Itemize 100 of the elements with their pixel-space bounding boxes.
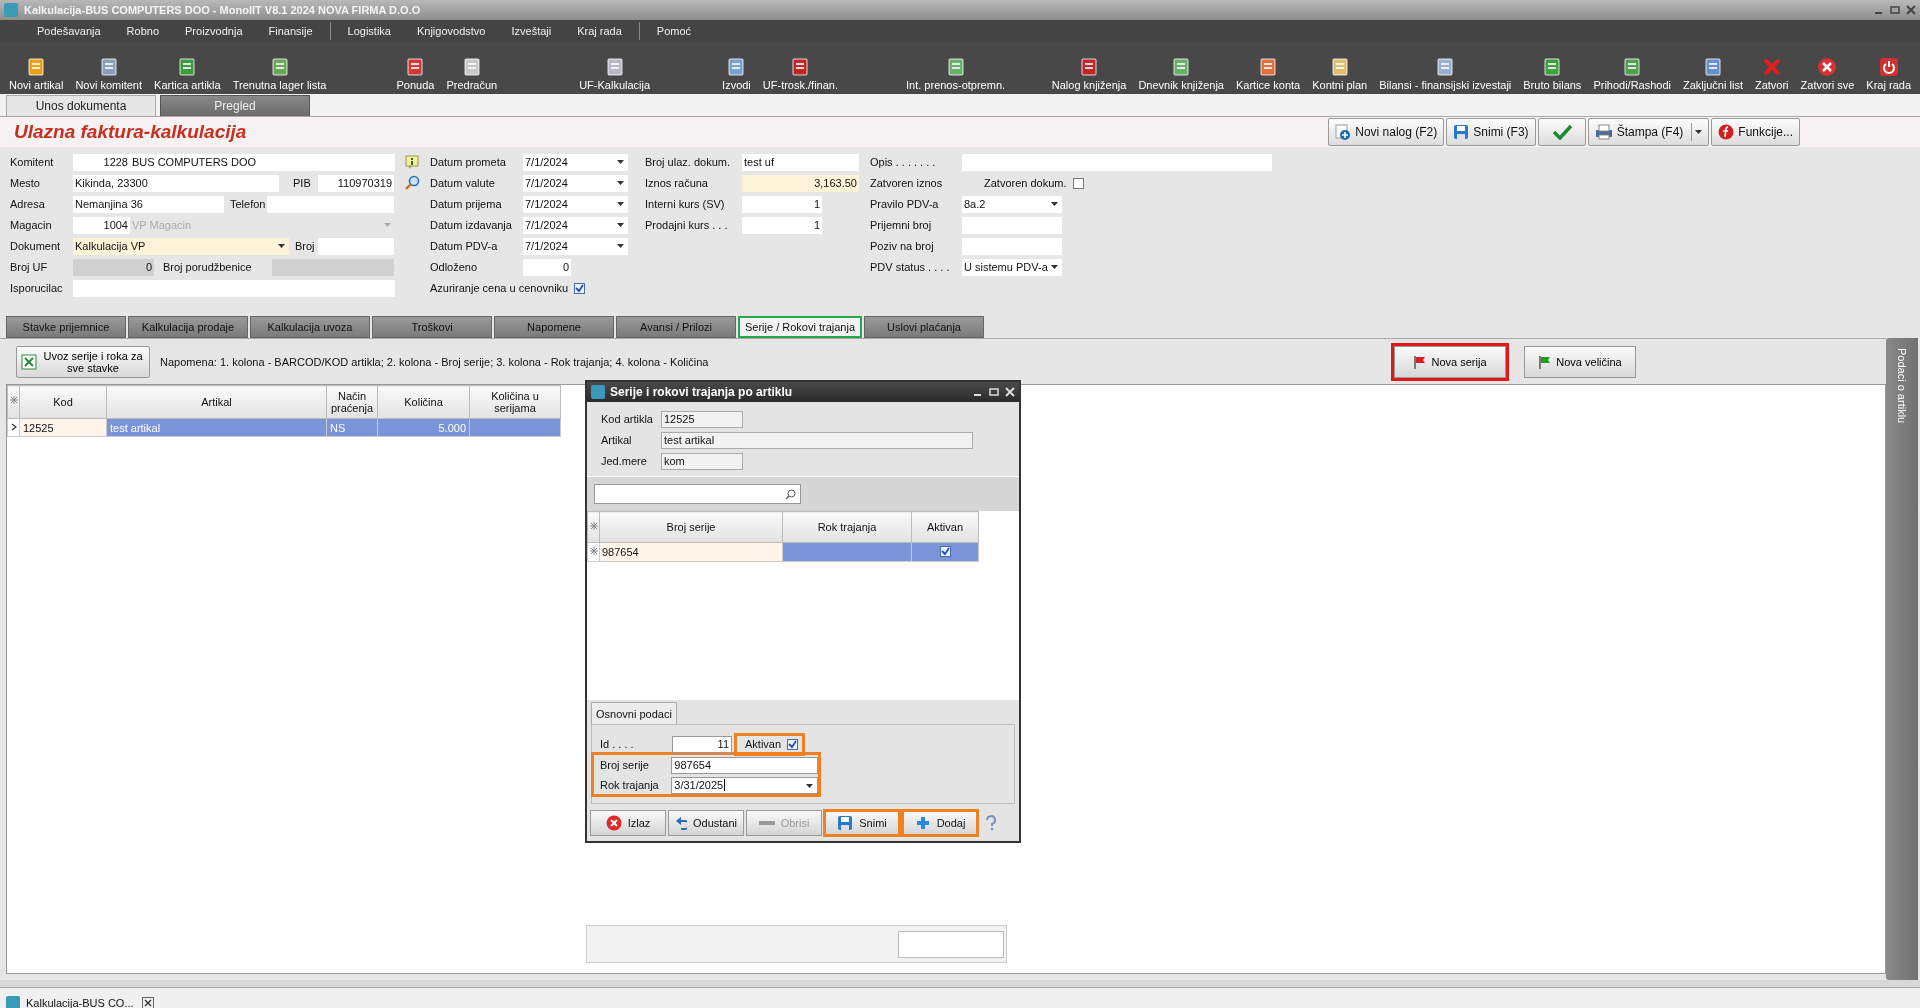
confirm-button[interactable]: [1537, 118, 1586, 146]
toolbar-button[interactable]: Prihodi/Rashodi: [1588, 57, 1677, 91]
column-header[interactable]: Artikal: [106, 385, 327, 419]
search-field[interactable]: [594, 484, 801, 504]
toolbar-button[interactable]: Dnevnik knjiženja: [1133, 57, 1229, 91]
dropdown-arrow-icon[interactable]: [278, 243, 285, 248]
toolbar-button[interactable]: Int. prenos-otpremn.: [901, 57, 1011, 91]
detail-tab[interactable]: Kalkulacija uvoza: [250, 316, 370, 338]
number-field[interactable]: [318, 237, 394, 255]
toolbar-button[interactable]: Kraj rada: [1861, 57, 1916, 91]
functions-button[interactable]: Funkcije...: [1711, 118, 1800, 146]
date-dropdown[interactable]: 7/1/2024: [523, 237, 628, 255]
tax-id-field[interactable]: 110970319: [318, 174, 394, 192]
dropdown-arrow-icon[interactable]: [617, 201, 624, 206]
toolbar-button[interactable]: Zatvori sve: [1795, 57, 1860, 91]
menu-item[interactable]: Proizvodnja: [172, 25, 256, 37]
side-tab[interactable]: Podaci o artiklu: [1886, 338, 1918, 980]
save-button[interactable]: Snimi: [824, 810, 900, 836]
expiry-date-dropdown[interactable]: 3/31/2025: [671, 776, 818, 794]
dropdown-arrow-icon[interactable]: [617, 243, 624, 248]
menu-item[interactable]: Podešavanja: [24, 25, 114, 37]
date-dropdown[interactable]: 7/1/2024: [523, 153, 628, 171]
toolbar-button[interactable]: Zatvori: [1749, 57, 1794, 91]
save-button[interactable]: Snimi (F3): [1446, 118, 1536, 146]
detail-tab[interactable]: Uslovi plaćanja: [864, 316, 984, 338]
toolbar-button[interactable]: Bruto bilans: [1518, 57, 1587, 91]
series-number-field[interactable]: 987654: [671, 756, 818, 774]
toolbar-button[interactable]: Novi artikal: [4, 57, 69, 91]
detail-tab[interactable]: Stavke prijemnice: [6, 316, 126, 338]
column-header[interactable]: Broj serije: [599, 511, 783, 543]
customer-name-field[interactable]: BUS COMPUTERS DOO: [130, 153, 395, 171]
dropdown[interactable]: 8a.2: [962, 195, 1062, 213]
id-field[interactable]: 11: [672, 735, 732, 753]
toolbar-button[interactable]: Ponuda: [391, 57, 440, 91]
supplier-code-field[interactable]: [73, 279, 130, 297]
exchange-rate-field[interactable]: 1: [742, 216, 822, 234]
phone-field[interactable]: [267, 195, 394, 213]
checkbox[interactable]: [574, 282, 586, 294]
description-field[interactable]: [962, 153, 1272, 171]
tab[interactable]: Osnovni podaci: [591, 702, 677, 724]
toolbar-button[interactable]: Trenutna lager lista: [227, 57, 332, 91]
detail-tab[interactable]: Kalkulacija prodaje: [128, 316, 248, 338]
import-button[interactable]: Uvoz serije i roka za sve stavke: [16, 345, 150, 378]
document-tab[interactable]: Pregled: [160, 95, 310, 116]
toolbar-button[interactable]: Predračun: [441, 57, 503, 91]
customer-code-field[interactable]: 1228: [73, 153, 130, 171]
toolbar-button[interactable]: UF-Kalkulacija: [574, 57, 656, 91]
document-tab[interactable]: Unos dokumenta: [6, 95, 156, 116]
toolbar-button[interactable]: Izvodi: [717, 57, 756, 91]
detail-tab[interactable]: Napomene: [494, 316, 614, 338]
new-series-button[interactable]: Nova serija: [1394, 345, 1506, 378]
menu-item[interactable]: Kraj rada: [564, 25, 635, 37]
info-icon[interactable]: [405, 155, 419, 169]
document-type-dropdown[interactable]: Kalkulacija VP: [73, 237, 289, 255]
toolbar-button[interactable]: Kartica artikla: [149, 57, 226, 91]
new-size-button[interactable]: Nova veličina: [1524, 345, 1636, 378]
detail-tab[interactable]: Serije / Rokovi trajanja: [738, 316, 862, 338]
dropdown-arrow-icon[interactable]: [617, 159, 624, 164]
checkbox[interactable]: [787, 738, 799, 750]
city-field[interactable]: Kikinda, 23300: [73, 174, 279, 192]
column-header[interactable]: Količina u serijama: [469, 385, 561, 419]
dropdown-arrow-icon[interactable]: [1051, 264, 1058, 269]
menu-item[interactable]: Finansije: [255, 25, 326, 37]
supplier-name-field[interactable]: [130, 279, 395, 297]
detail-tab[interactable]: Avansi / Prilozi: [616, 316, 736, 338]
invoice-number-field[interactable]: 0: [73, 258, 154, 276]
toolbar-button[interactable]: UF-trosk./finan.: [757, 57, 843, 91]
close-icon[interactable]: [141, 997, 154, 1008]
checkbox[interactable]: [1072, 177, 1084, 189]
menu-item[interactable]: Logistika: [334, 25, 404, 37]
exit-button[interactable]: Izlaz: [590, 810, 666, 836]
column-header[interactable]: Količina: [377, 385, 470, 419]
toolbar-button[interactable]: Kartice konta: [1231, 57, 1306, 91]
dropdown-arrow-icon[interactable]: [617, 180, 624, 185]
dropdown-arrow-icon[interactable]: [1695, 130, 1703, 134]
amount-field[interactable]: 3,163.50: [742, 174, 859, 192]
deferred-days-field[interactable]: 0: [523, 258, 571, 276]
text-field[interactable]: [962, 237, 1062, 255]
dropdown-arrow-icon[interactable]: [806, 783, 813, 788]
menu-item[interactable]: Knjigovodstvo: [403, 25, 499, 37]
print-button[interactable]: Štampa (F4): [1587, 118, 1710, 146]
checkbox[interactable]: [939, 546, 951, 557]
add-button[interactable]: Dodaj: [902, 810, 978, 836]
address-field[interactable]: Nemanjina 36: [73, 195, 224, 213]
dropdown-arrow-icon[interactable]: [1051, 201, 1058, 206]
menu-item[interactable]: Izveštaji: [498, 25, 565, 37]
document-number-field[interactable]: test uf: [742, 153, 859, 171]
toolbar-button[interactable]: Bilansi - finansijski izvestaji: [1374, 57, 1517, 91]
toolbar-button[interactable]: Novi komitent: [70, 57, 148, 91]
dropdown-arrow-icon[interactable]: [617, 222, 624, 227]
date-dropdown[interactable]: 7/1/2024: [523, 195, 628, 213]
menu-item[interactable]: Pomoć: [643, 25, 705, 37]
column-header[interactable]: Kod: [19, 385, 107, 419]
date-dropdown[interactable]: 7/1/2024: [523, 216, 628, 234]
column-header[interactable]: Rok trajanja: [782, 511, 912, 543]
detail-tab[interactable]: Troškovi: [372, 316, 492, 338]
column-header[interactable]: Aktivan: [911, 511, 979, 543]
exchange-rate-field[interactable]: 1: [742, 195, 822, 213]
toolbar-button[interactable]: Nalog knjiženja: [1046, 57, 1132, 91]
menu-item[interactable]: Robno: [113, 25, 173, 37]
